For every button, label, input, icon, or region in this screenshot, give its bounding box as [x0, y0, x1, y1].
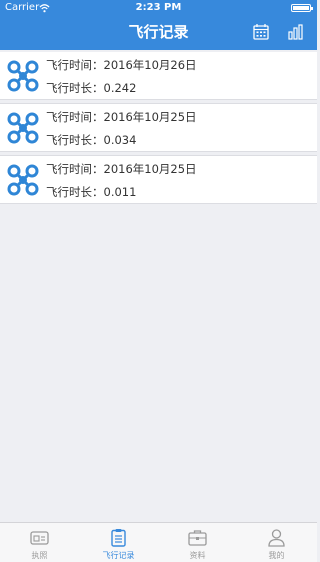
- record-row[interactable]: 飞行时间：2016年10月25日 飞行时长：0.034: [0, 103, 317, 152]
- drone-icon: [7, 112, 39, 144]
- record-row[interactable]: 飞行时间：2016年10月26日 飞行时长：0.242: [0, 52, 317, 100]
- flight-time-label: 飞行时间：: [46, 162, 104, 176]
- flight-time-value: 2016年10月25日: [103, 162, 197, 176]
- flight-time-line: 飞行时间：2016年10月25日: [46, 161, 197, 177]
- license-icon: [30, 531, 49, 545]
- drone-icon: [7, 164, 39, 196]
- clipboard-icon: [111, 529, 126, 547]
- flight-record-list: 飞行时间：2016年10月26日 飞行时长：0.242 飞行时间：2016年10…: [0, 52, 317, 207]
- bar-chart-icon[interactable]: [286, 23, 304, 41]
- tab-label: 飞行记录: [102, 551, 135, 560]
- flight-duration-value: 0.242: [103, 81, 137, 95]
- status-bar: Carrier 2:23 PM: [0, 0, 317, 16]
- flight-time-value: 2016年10月26日: [103, 58, 197, 72]
- flight-time-value: 2016年10月25日: [103, 110, 197, 124]
- record-row[interactable]: 飞行时间：2016年10月25日 飞行时长：0.011: [0, 155, 317, 204]
- user-icon: [268, 529, 285, 547]
- flight-time-line: 飞行时间：2016年10月25日: [46, 109, 197, 125]
- flight-time-label: 飞行时间：: [46, 58, 104, 72]
- tab-flight-records[interactable]: 飞行记录: [79, 523, 158, 562]
- flight-duration-line: 飞行时长：0.242: [46, 80, 136, 96]
- tab-materials[interactable]: 资料: [158, 523, 237, 562]
- flight-duration-line: 飞行时长：0.034: [46, 132, 136, 148]
- flight-time-label: 飞行时间：: [46, 110, 104, 124]
- tab-label: 我的: [268, 551, 285, 560]
- flight-duration-label: 飞行时长：: [46, 81, 104, 95]
- battery-icon: [291, 4, 313, 12]
- tab-bar: 执照 飞行记录 资料 我的: [0, 522, 317, 562]
- flight-duration-label: 飞行时长：: [46, 133, 104, 147]
- tab-label: 资料: [189, 551, 206, 560]
- tab-mine[interactable]: 我的: [237, 523, 316, 562]
- flight-time-line: 飞行时间：2016年10月26日: [46, 57, 197, 73]
- header: Carrier 2:23 PM 飞行记录: [0, 0, 317, 50]
- status-time: 2:23 PM: [135, 2, 182, 13]
- tab-label: 执照: [31, 551, 48, 560]
- briefcase-icon: [188, 530, 207, 546]
- flight-duration-label: 飞行时长：: [46, 185, 104, 199]
- flight-duration-value: 0.011: [103, 185, 137, 199]
- flight-duration-line: 飞行时长：0.011: [46, 184, 136, 200]
- flight-duration-value: 0.034: [103, 133, 137, 147]
- calendar-icon[interactable]: [252, 23, 270, 41]
- drone-icon: [7, 60, 39, 92]
- tab-license[interactable]: 执照: [0, 523, 79, 562]
